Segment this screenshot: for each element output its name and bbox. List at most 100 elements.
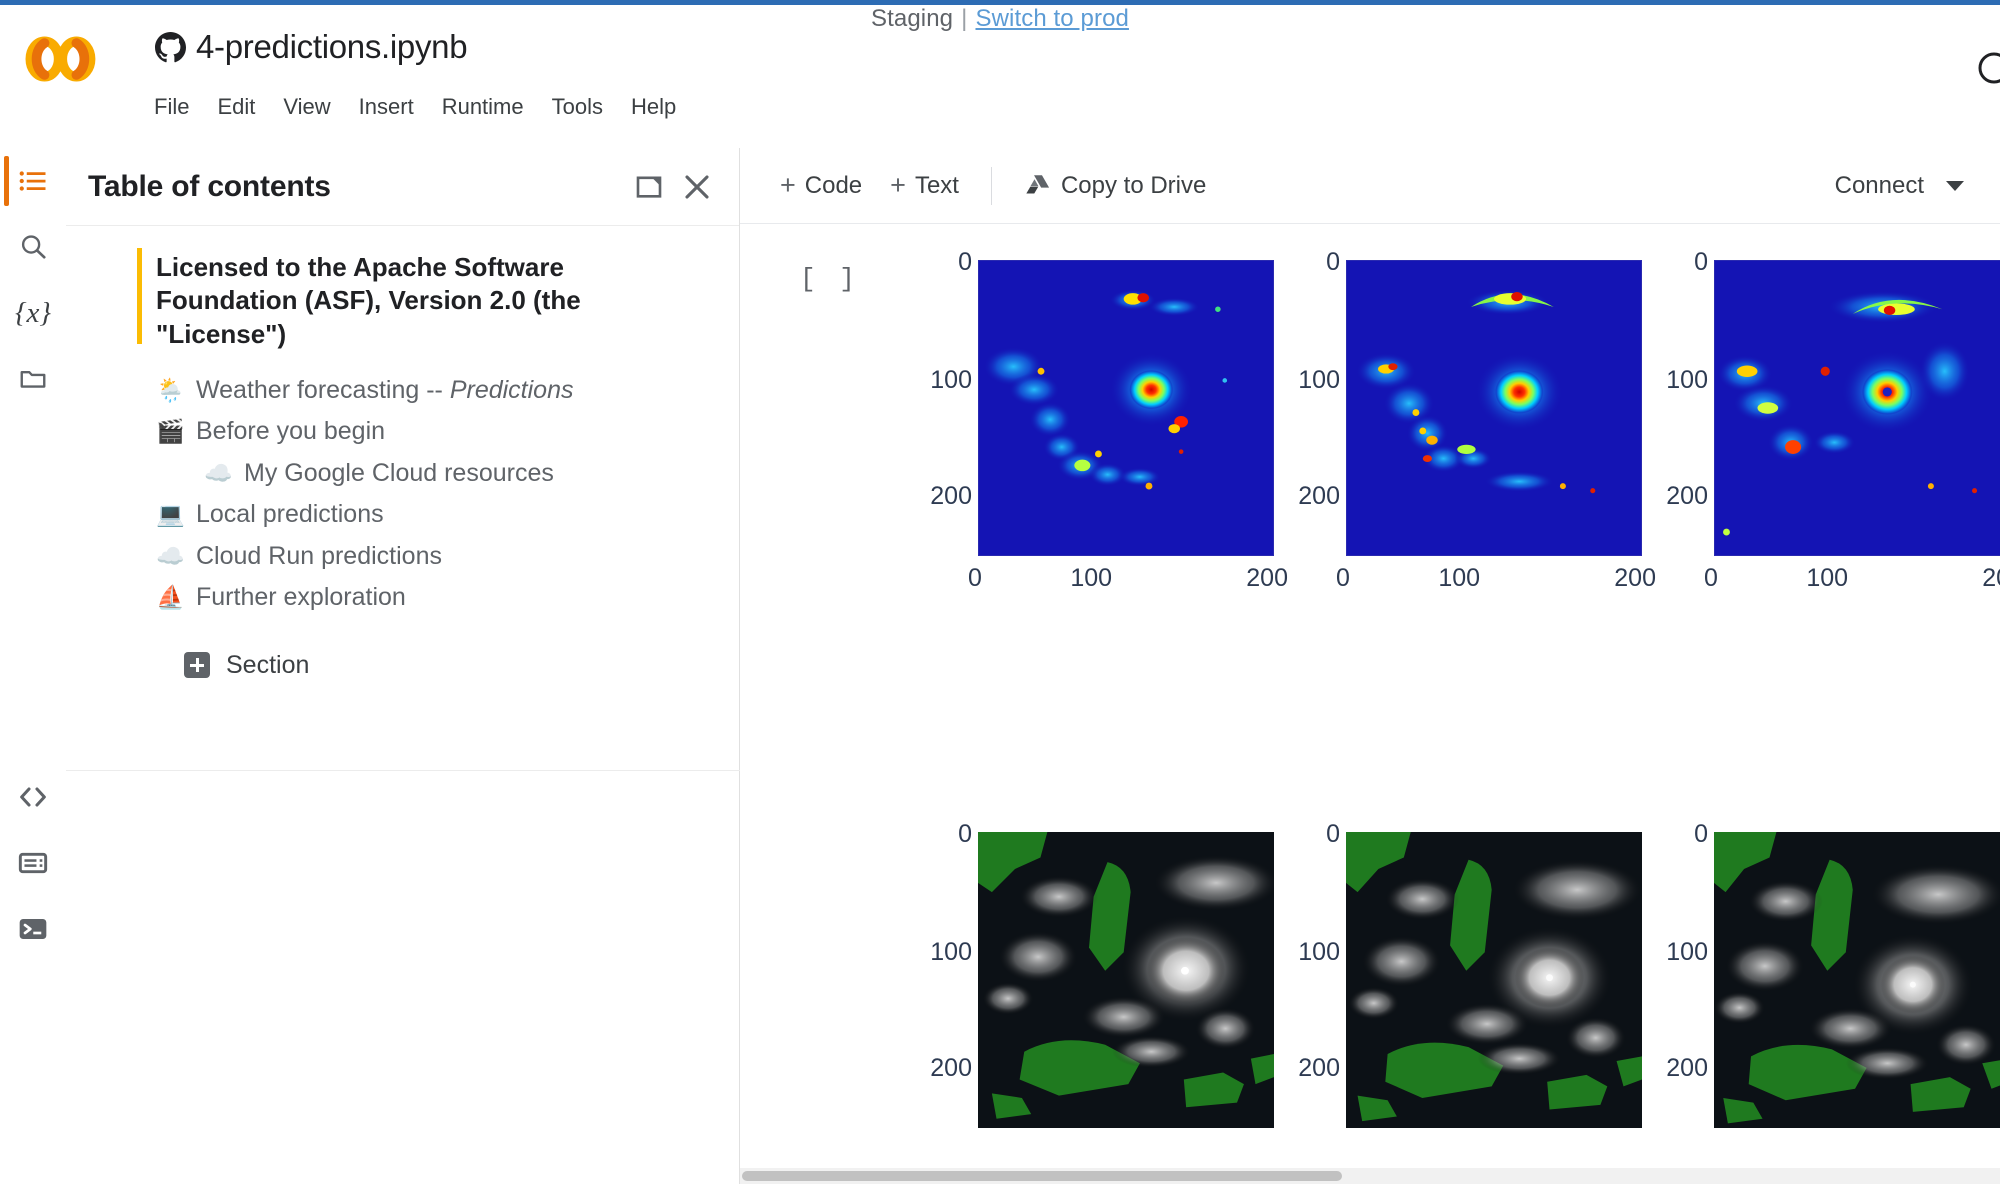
menu-file[interactable]: File (140, 90, 203, 124)
ytick-label: 100 (1588, 938, 1708, 967)
toc-entry-my-google-cloud-resources[interactable]: ☁️ My Google Cloud resources (66, 453, 739, 495)
rail-gap (0, 432, 66, 764)
toc-icon (18, 166, 48, 196)
xtick-label: 100 (1438, 564, 1480, 593)
ytick-label: 0 (1588, 248, 1708, 277)
github-icon (155, 32, 186, 63)
switch-to-prod-link[interactable]: Switch to prod (975, 5, 1128, 32)
menu-edit[interactable]: Edit (203, 90, 269, 124)
toc-header: Table of contents (66, 148, 739, 226)
ytick-label: 100 (852, 938, 972, 967)
toc-entry-further-exploration[interactable]: ⛵ Further exploration (66, 577, 739, 619)
add-section-button[interactable]: Section (66, 641, 739, 690)
copy-to-drive-label: Copy to Drive (1061, 172, 1206, 200)
toc-entry-current-license[interactable]: Licensed to the Apache Software Foundati… (66, 246, 739, 356)
xtick-label: 0 (968, 564, 982, 593)
menu-view[interactable]: View (269, 90, 344, 124)
colab-logo[interactable] (18, 36, 110, 82)
xtick-label: 200 (1982, 564, 2000, 593)
toc-entry-label: Cloud Run predictions (196, 541, 442, 573)
staging-env-label: Staging (871, 5, 953, 32)
add-text-cell-button[interactable]: + Text (876, 165, 973, 207)
clapper-board-emoji: 🎬 (156, 416, 196, 447)
add-section-label: Section (226, 651, 309, 680)
menubar: File Edit View Insert Runtime Tools Help (140, 90, 690, 124)
sidebar-item-terminal[interactable] (0, 896, 66, 962)
banner-separator: | (961, 5, 967, 32)
terminal-icon (17, 913, 49, 945)
page-title[interactable]: 4-predictions.ipynb (196, 28, 467, 66)
xtick-labels: 0 100 200 (1346, 564, 1642, 593)
connect-label: Connect (1835, 172, 1924, 200)
open-in-new-pane-button[interactable] (625, 163, 673, 211)
left-icon-rail: {x} (0, 148, 66, 1184)
ytick-label: 200 (1220, 482, 1340, 511)
google-drive-icon (1024, 172, 1052, 200)
ytick-label: 200 (1588, 482, 1708, 511)
radar-heatmap-image (1346, 260, 1642, 556)
open-in-new-pane-icon (634, 172, 664, 202)
sidebar-item-table-of-contents[interactable] (0, 148, 66, 214)
variables-icon: {x} (15, 297, 51, 330)
toc-entry-local-predictions[interactable]: 💻 Local predictions (66, 494, 739, 536)
satellite-rgb-image (1346, 832, 1642, 1128)
xtick-label: 200 (1614, 564, 1656, 593)
ytick-label: 0 (1220, 820, 1340, 849)
menu-insert[interactable]: Insert (345, 90, 428, 124)
ytick-label: 0 (852, 248, 972, 277)
menu-help[interactable]: Help (617, 90, 690, 124)
plus-icon: + (890, 172, 906, 199)
add-code-label: Code (805, 172, 862, 200)
ytick-label: 100 (1220, 938, 1340, 967)
horizontal-scrollbar[interactable] (740, 1168, 2000, 1184)
toc-bottom-divider (66, 770, 740, 771)
xtick-label: 100 (1806, 564, 1848, 593)
close-toc-button[interactable] (673, 163, 721, 211)
add-code-cell-button[interactable]: + Code (766, 165, 876, 207)
toc-entry-label: Further exploration (196, 582, 406, 614)
toc-entry-list: Licensed to the Apache Software Foundati… (66, 226, 739, 690)
comment-circle-icon[interactable] (1974, 48, 2000, 88)
toolbar-divider (991, 167, 992, 205)
ytick-label: 0 (1220, 248, 1340, 277)
search-icon (18, 232, 48, 262)
chevron-down-icon[interactable] (1946, 181, 1964, 191)
radar-heatmap-image (978, 260, 1274, 556)
xtick-label: 0 (1336, 564, 1350, 593)
scrollbar-thumb[interactable] (742, 1171, 1342, 1181)
xtick-labels: 0 100 200 (1714, 564, 2000, 593)
ytick-label: 200 (1220, 1054, 1340, 1083)
menu-runtime[interactable]: Runtime (428, 90, 538, 124)
notebook-title-row: 4-predictions.ipynb (155, 28, 467, 66)
ytick-label: 200 (852, 1054, 972, 1083)
xtick-label: 200 (1246, 564, 1288, 593)
satellite-rgb-image (978, 832, 1274, 1128)
sailboat-emoji: ⛵ (156, 582, 196, 613)
toc-entry-cloud-run-predictions[interactable]: ☁️ Cloud Run predictions (66, 536, 739, 578)
toc-entry-weather-forecasting[interactable]: 🌦️ Weather forecasting -- Predictions (66, 370, 739, 412)
sun-behind-rain-cloud-emoji: 🌦️ (156, 375, 196, 406)
files-folder-icon (18, 364, 48, 394)
ytick-label: 100 (852, 366, 972, 395)
close-icon (681, 171, 713, 203)
sidebar-item-files[interactable] (0, 346, 66, 412)
sidebar-item-command-palette[interactable] (0, 830, 66, 896)
toc-entry-before-you-begin[interactable]: 🎬 Before you begin (66, 411, 739, 453)
plus-icon (184, 652, 210, 678)
sidebar-item-variables[interactable]: {x} (0, 280, 66, 346)
toc-entry-label: Weather forecasting -- Predictions (196, 375, 573, 407)
command-palette-icon (17, 847, 49, 879)
copy-to-drive-button[interactable]: Copy to Drive (1010, 165, 1220, 207)
menu-tools[interactable]: Tools (538, 90, 617, 124)
ytick-label: 100 (1220, 366, 1340, 395)
sidebar-item-search[interactable] (0, 214, 66, 280)
connect-runtime-button[interactable]: Connect (1825, 165, 1974, 207)
cell-execution-prompt[interactable]: [ ] (800, 264, 859, 294)
toc-entry-label: Local predictions (196, 499, 384, 531)
sidebar-item-code-snippets[interactable] (0, 764, 66, 830)
notebook-toolbar: + Code + Text Copy to Drive Connect (740, 148, 2000, 224)
xtick-label: 100 (1070, 564, 1112, 593)
colab-app-window: Staging | Switch to prod 4-predictions.ipy… (0, 0, 2000, 1184)
satellite-rgb-image (1714, 832, 2000, 1128)
add-text-label: Text (915, 172, 959, 200)
